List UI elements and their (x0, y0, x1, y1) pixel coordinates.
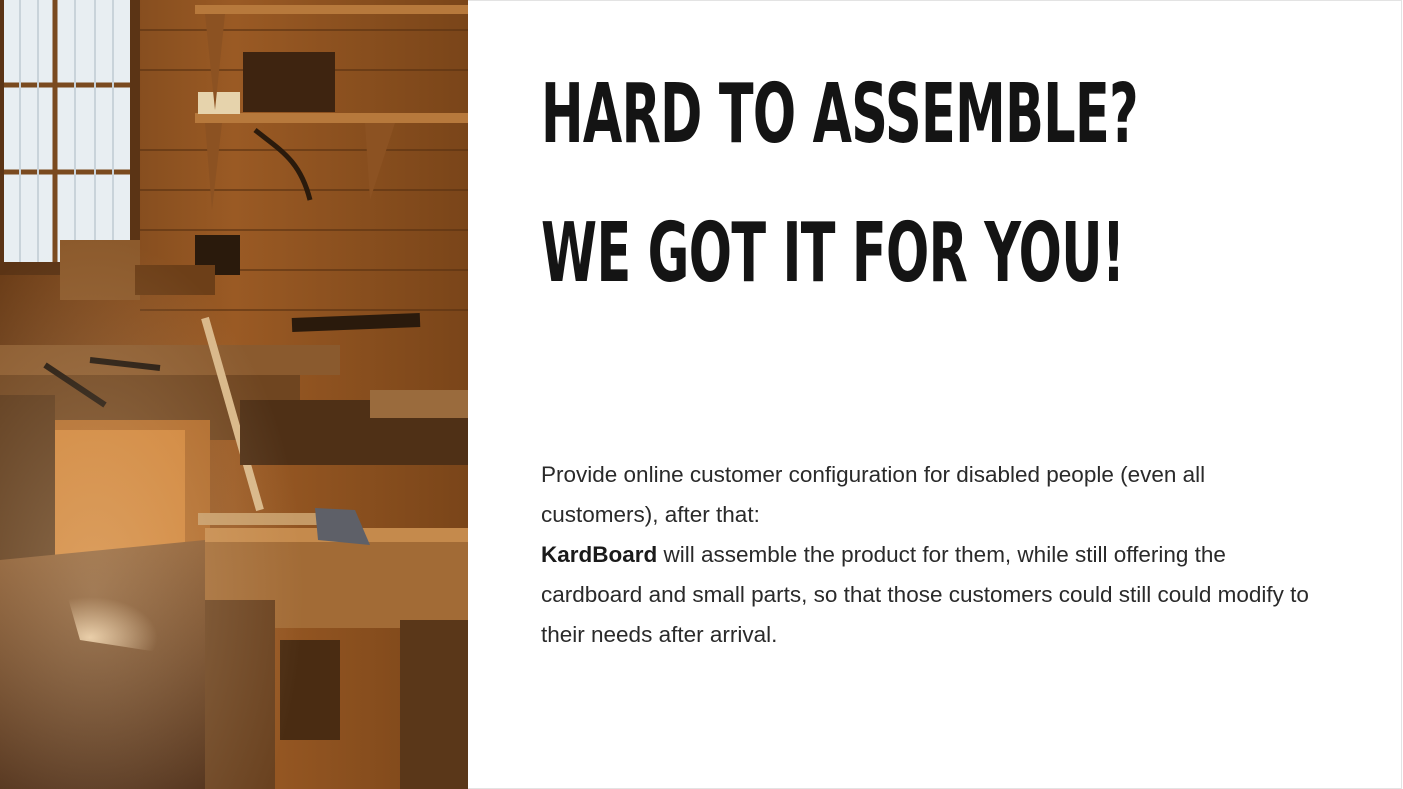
body-paragraph-2: KardBoard will assemble the product for … (541, 535, 1321, 655)
body-text: Provide online customer configuration fo… (541, 455, 1321, 655)
slide: HARD TO ASSEMBLE? WE GOT IT FOR YOU! Pro… (0, 0, 1403, 789)
headline-line-1: HARD TO ASSEMBLE? (541, 67, 1139, 162)
body-paragraph-2-text: will assemble the product for them, whil… (541, 542, 1309, 647)
body-paragraph-1: Provide online customer configuration fo… (541, 462, 1206, 527)
brand-name: KardBoard (541, 542, 658, 567)
workshop-photo (0, 0, 468, 789)
headline-line-2: WE GOT IT FOR YOU! (541, 206, 1125, 301)
